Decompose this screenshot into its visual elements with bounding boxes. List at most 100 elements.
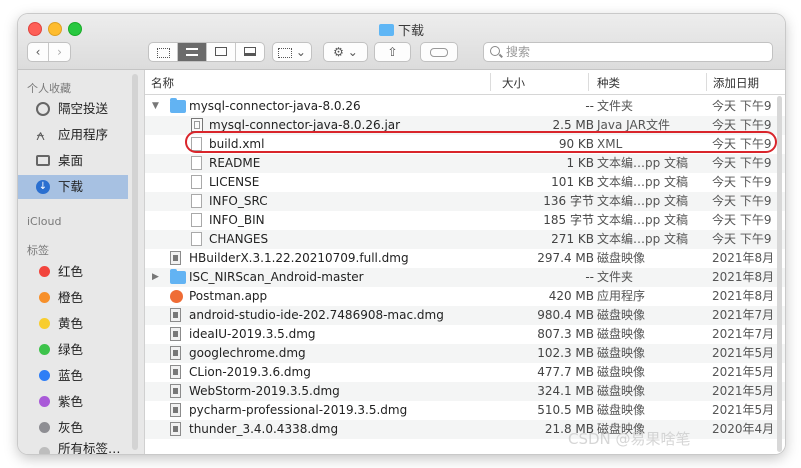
- file-size: --: [585, 99, 594, 113]
- column-view-button[interactable]: [207, 43, 236, 61]
- sidebar-tag-orange[interactable]: 橙色: [18, 286, 128, 310]
- file-row[interactable]: CHANGES 271 KB 文本编…pp 文稿 今天 下午9: [145, 230, 785, 249]
- view-mode-group: [148, 42, 265, 62]
- columns-icon: [215, 47, 227, 56]
- sidebar-item-airdrop[interactable]: 隔空投送: [18, 97, 128, 121]
- file-date-added: 2021年7月: [712, 308, 775, 322]
- sidebar-all-tags[interactable]: 所有标签…: [18, 441, 128, 454]
- jar-highlight-annotation: [185, 131, 777, 153]
- sidebar-item-applications[interactable]: ⍲ 应用程序: [18, 123, 128, 147]
- document-icon: [191, 232, 202, 246]
- disclosure-collapsed-icon[interactable]: ▶: [152, 268, 159, 287]
- disk-image-icon: [170, 308, 181, 322]
- file-kind: 文本编…pp 文稿: [597, 175, 689, 189]
- file-row[interactable]: ▶ ISC_NIRScan_Android-master -- 文件夹 2021年8月: [145, 268, 785, 287]
- disk-image-icon: [170, 422, 181, 436]
- column-divider[interactable]: [706, 73, 707, 91]
- column-divider[interactable]: [588, 73, 589, 91]
- group-icon: [278, 48, 293, 58]
- grid-icon: [156, 48, 170, 58]
- sidebar-item-label: 桌面: [58, 153, 84, 168]
- gallery-view-button[interactable]: [236, 43, 264, 61]
- file-date-added: 今天 下午9: [712, 213, 772, 227]
- tags-header: 标签: [27, 244, 49, 257]
- search-field[interactable]: 搜索: [483, 42, 773, 62]
- forward-button[interactable]: ›: [49, 43, 70, 61]
- column-size[interactable]: 大小: [502, 75, 525, 91]
- list-view-button[interactable]: [178, 43, 207, 61]
- tag-label: 红色: [58, 264, 84, 279]
- gear-icon: ⚙: [333, 45, 344, 59]
- share-icon: ⇧: [387, 45, 398, 59]
- file-date-added: 2021年5月: [712, 346, 775, 360]
- file-size: 101 KB: [551, 175, 594, 189]
- document-icon: [191, 194, 202, 208]
- app-icon: [170, 290, 183, 303]
- icon-view-button[interactable]: [149, 43, 178, 61]
- file-row[interactable]: pycharm-professional-2019.3.5.dmg 510.5 M…: [145, 401, 785, 420]
- file-row[interactable]: LICENSE 101 KB 文本编…pp 文稿 今天 下午9: [145, 173, 785, 192]
- sidebar-tag-gray[interactable]: 灰色: [18, 416, 128, 440]
- watermark: CSDN @易果啥笔: [568, 430, 691, 448]
- nav-buttons: ‹ ›: [27, 42, 71, 62]
- file-size: 297.4 MB: [537, 251, 594, 265]
- file-row[interactable]: ▼ mysql-connector-java-8.0.26 -- 文件夹 今天 下午9: [145, 97, 785, 116]
- file-name: INFO_BIN: [209, 213, 265, 227]
- file-name: CLion-2019.3.6.dmg: [189, 365, 311, 379]
- file-row[interactable]: WebStorm-2019.3.5.dmg 324.1 MB 磁盘映像 2021年5月: [145, 382, 785, 401]
- document-icon: [191, 175, 202, 189]
- disk-image-icon: [170, 346, 181, 360]
- group-by-button[interactable]: ⌄: [272, 42, 312, 62]
- column-header: 名称 大小 种类 添加日期: [145, 70, 785, 95]
- file-kind: 文本编…pp 文稿: [597, 232, 689, 246]
- sidebar-tag-red[interactable]: 红色: [18, 260, 128, 284]
- file-name: mysql-connector-java-8.0.26: [189, 99, 361, 113]
- file-row[interactable]: INFO_BIN 185 字节 文本编…pp 文稿 今天 下午9: [145, 211, 785, 230]
- column-name[interactable]: 名称: [151, 75, 174, 91]
- sidebar-tag-yellow[interactable]: 黄色: [18, 312, 128, 336]
- file-date-added: 2021年5月: [712, 403, 775, 417]
- file-row[interactable]: googlechrome.dmg 102.3 MB 磁盘映像 2021年5月: [145, 344, 785, 363]
- file-date-added: 2021年5月: [712, 365, 775, 379]
- file-kind: 磁盘映像: [597, 251, 646, 265]
- share-button[interactable]: ⇧: [374, 42, 411, 62]
- file-row[interactable]: HBuilderX.3.1.22.20210709.full.dmg 297.4 …: [145, 249, 785, 268]
- disk-image-icon: [170, 365, 181, 379]
- file-kind: 磁盘映像: [597, 365, 646, 379]
- file-kind: 应用程序: [597, 289, 646, 303]
- tag-label: 灰色: [58, 420, 84, 435]
- file-kind: 磁盘映像: [597, 384, 646, 398]
- action-menu-button[interactable]: ⚙ ⌄: [323, 42, 368, 62]
- column-kind[interactable]: 种类: [597, 75, 620, 91]
- desktop-icon: [36, 155, 50, 166]
- file-row[interactable]: README 1 KB 文本编…pp 文稿 今天 下午9: [145, 154, 785, 173]
- column-divider[interactable]: [490, 73, 491, 91]
- file-row[interactable]: CLion-2019.3.6.dmg 477.7 MB 磁盘映像 2021年5月: [145, 363, 785, 382]
- file-size: 185 字节: [543, 213, 594, 227]
- file-date-added: 今天 下午9: [712, 99, 772, 113]
- file-row[interactable]: ideaIU-2019.3.5.dmg 807.3 MB 磁盘映像 2021年7月: [145, 325, 785, 344]
- file-row[interactable]: android-studio-ide-202.7486908-mac.dmg 98…: [145, 306, 785, 325]
- file-date-added: 今天 下午9: [712, 156, 772, 170]
- tag-label: 黄色: [58, 316, 84, 331]
- disk-image-icon: [170, 403, 181, 417]
- back-button[interactable]: ‹: [28, 43, 49, 61]
- sidebar-scrollbar[interactable]: [132, 74, 138, 450]
- column-date-added[interactable]: 添加日期: [713, 75, 759, 91]
- file-kind: 磁盘映像: [597, 346, 646, 360]
- file-list-scrollbar[interactable]: [777, 96, 782, 452]
- sidebar-tag-purple[interactable]: 紫色: [18, 390, 128, 414]
- tags-button[interactable]: [420, 42, 458, 62]
- sidebar-tag-blue[interactable]: 蓝色: [18, 364, 128, 388]
- disclosure-expanded-icon[interactable]: ▼: [152, 97, 159, 116]
- sidebar-tag-green[interactable]: 绿色: [18, 338, 128, 362]
- sidebar-item-downloads[interactable]: ↓ 下载: [18, 175, 128, 199]
- file-name: Postman.app: [189, 289, 268, 303]
- airdrop-icon: [36, 102, 50, 116]
- titlebar: 下载 ‹ › ⌄ ⚙ ⌄ ⇧ 搜索: [18, 14, 785, 70]
- sidebar-item-desktop[interactable]: 桌面: [18, 149, 128, 173]
- file-row[interactable]: INFO_SRC 136 字节 文本编…pp 文稿 今天 下午9: [145, 192, 785, 211]
- file-row[interactable]: Postman.app 420 MB 应用程序 2021年8月: [145, 287, 785, 306]
- search-icon: [490, 46, 500, 56]
- disk-image-icon: [170, 251, 181, 265]
